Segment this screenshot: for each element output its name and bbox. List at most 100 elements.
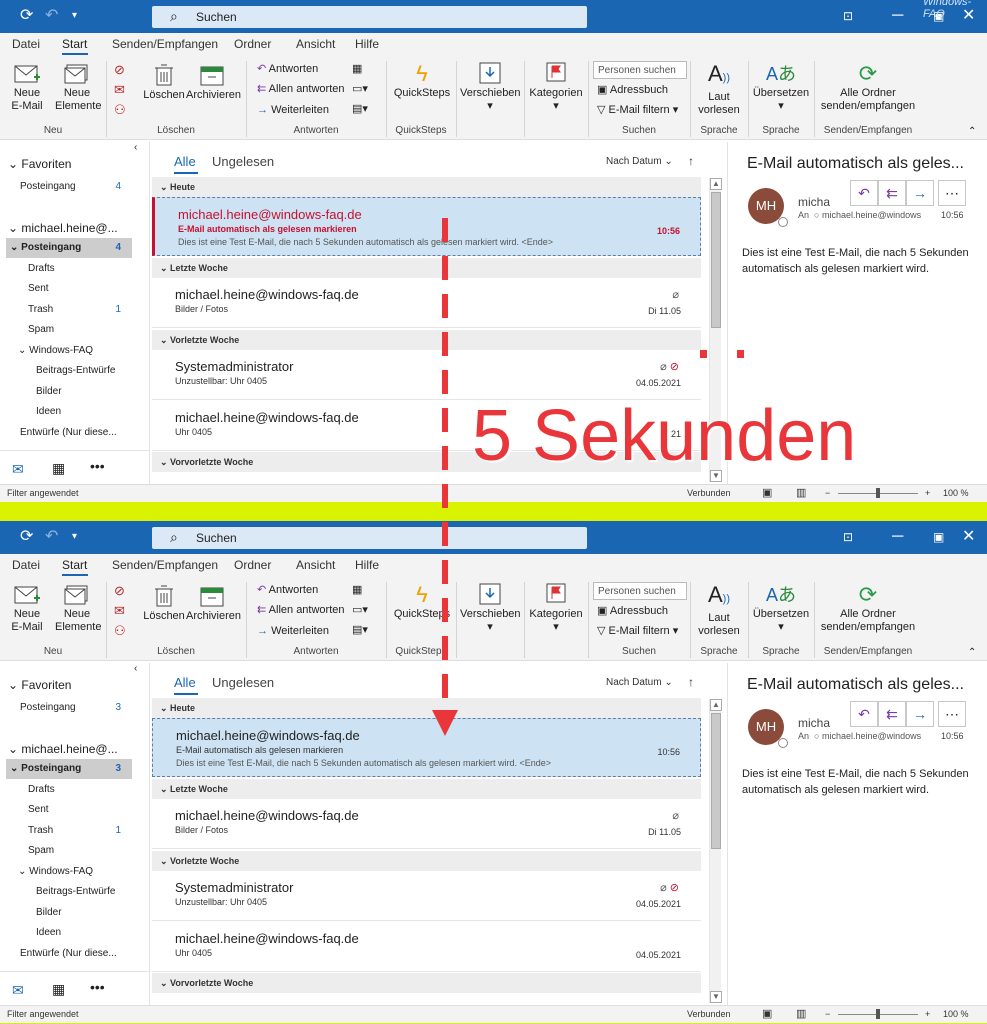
group-letzte-woche[interactable]: ⌄ Letzte Woche <box>152 779 701 799</box>
im-icon[interactable]: ▭▾ <box>352 604 368 617</box>
collapse-pane-icon[interactable]: ‹ <box>134 663 137 674</box>
menu-ansicht[interactable]: Ansicht <box>296 37 335 51</box>
favorites-header[interactable]: ⌄ Favoriten <box>8 678 71 692</box>
folder-drafts[interactable]: Drafts <box>28 784 55 795</box>
quicksteps-button[interactable]: ϟ QuickSteps <box>393 582 451 621</box>
customize-icon[interactable]: ▾ <box>72 528 77 546</box>
tab-all[interactable]: Alle <box>174 675 196 690</box>
undo-icon[interactable]: ↶ <box>45 528 58 546</box>
group-heute[interactable]: ⌄ Heute <box>152 177 701 197</box>
collapse-ribbon-icon[interactable]: ⌃ <box>968 125 976 138</box>
reply-button[interactable]: ↶ Antworten <box>257 63 318 76</box>
customize-icon[interactable]: ▾ <box>72 7 77 25</box>
scrollbar[interactable]: ▲ ▼ <box>709 178 722 482</box>
search-box[interactable]: ⌕ Suchen <box>152 6 587 28</box>
sort-direction-icon[interactable]: ↑ <box>688 675 694 689</box>
folder-bilder[interactable]: Bilder <box>36 386 62 397</box>
person-search-input[interactable]: Personen suchen <box>593 582 687 600</box>
categories-button[interactable]: Kategorien ▾ <box>528 582 584 634</box>
new-items-button[interactable]: Neue Elemente <box>55 63 101 113</box>
folder-bilder[interactable]: Bilder <box>36 907 62 918</box>
folder-windows-faq[interactable]: ⌄ Windows-FAQ <box>18 345 93 356</box>
zoom-thumb[interactable] <box>876 488 880 498</box>
group-vorletzte-woche[interactable]: ⌄ Vorletzte Woche <box>152 330 701 350</box>
menu-ansicht[interactable]: Ansicht <box>296 558 335 572</box>
fav-inbox[interactable]: Posteingang <box>20 702 76 713</box>
mail-item[interactable]: michael.heine@windows-faq.de Uhr 0405 21 <box>152 401 701 451</box>
zoom-out-icon[interactable]: − <box>825 1009 830 1019</box>
folder-beitrags[interactable]: Beitrags-Entwürfe <box>36 365 115 376</box>
more-actions-icon[interactable]: ⋯ <box>938 701 966 727</box>
ignore-icon[interactable]: ⊘ <box>114 63 125 76</box>
sort-direction-icon[interactable]: ↑ <box>688 154 694 168</box>
filter-email-button[interactable]: ▽ E-Mail filtern ▾ <box>597 625 678 638</box>
sync-icon[interactable]: ⟳ <box>20 528 33 546</box>
folder-entwuerfe[interactable]: Entwürfe (Nur diese... <box>20 427 117 438</box>
account-header[interactable]: ⌄ michael.heine@... <box>8 742 118 756</box>
delete-button[interactable]: Löschen <box>143 584 185 623</box>
reply-icon[interactable]: ↶ <box>850 180 878 206</box>
zoom-in-icon[interactable]: + <box>925 488 930 498</box>
minimize-icon[interactable]: ─ <box>892 528 903 546</box>
mail-item[interactable]: Systemadministrator Unzustellbar: Uhr 04… <box>152 871 701 921</box>
normal-view-icon[interactable]: ▣ <box>762 486 772 499</box>
forward-button[interactable]: → Weiterleiten <box>257 104 329 117</box>
filter-email-button[interactable]: ▽ E-Mail filtern ▾ <box>597 104 678 117</box>
folder-sent[interactable]: Sent <box>28 804 49 815</box>
read-aloud-button[interactable]: A)) Laut vorlesen <box>695 61 743 117</box>
collapse-ribbon-icon[interactable]: ⌃ <box>968 646 976 659</box>
menu-ordner[interactable]: Ordner <box>234 558 271 572</box>
mail-item[interactable]: Systemadministrator Unzustellbar: Uhr 04… <box>152 350 701 400</box>
folder-windows-faq[interactable]: ⌄ Windows-FAQ <box>18 866 93 877</box>
translate-button[interactable]: Aあ Übersetzen ▾ <box>752 582 810 634</box>
categories-button[interactable]: Kategorien ▾ <box>528 61 584 113</box>
sync-icon[interactable]: ⟳ <box>20 7 33 25</box>
normal-view-icon[interactable]: ▣ <box>762 1007 772 1020</box>
mail-icon[interactable]: ✉ <box>12 982 24 999</box>
reading-view-icon[interactable]: ▥ <box>796 1007 806 1020</box>
more-apps-icon[interactable]: ••• <box>90 979 105 995</box>
address-book-button[interactable]: ▣ Adressbuch <box>597 605 668 618</box>
folder-beitrags[interactable]: Beitrags-Entwürfe <box>36 886 115 897</box>
ribbon-display-icon[interactable]: ⊡ <box>843 7 853 25</box>
im-icon[interactable]: ▭▾ <box>352 83 368 96</box>
folder-trash[interactable]: Trash <box>28 825 53 836</box>
reading-sender[interactable]: micha <box>798 716 830 730</box>
forward-button[interactable]: → Weiterleiten <box>257 625 329 638</box>
inbox-folder[interactable]: ⌄ Posteingang <box>10 763 81 774</box>
read-aloud-button[interactable]: A)) Laut vorlesen <box>695 582 743 638</box>
menu-start[interactable]: Start <box>62 558 87 572</box>
group-vorletzte-woche[interactable]: ⌄ Vorletzte Woche <box>152 851 701 871</box>
folder-sent[interactable]: Sent <box>28 283 49 294</box>
new-email-button[interactable]: Neue E-Mail <box>8 63 46 113</box>
sort-dropdown[interactable]: Nach Datum ⌄ <box>606 156 673 167</box>
reply-all-button[interactable]: ⇇ Allen antworten <box>257 604 345 617</box>
menu-senden[interactable]: Senden/Empfangen <box>112 37 218 51</box>
collapse-pane-icon[interactable]: ‹ <box>134 142 137 153</box>
folder-spam[interactable]: Spam <box>28 324 54 335</box>
menu-datei[interactable]: Datei <box>12 37 40 51</box>
group-vorvorletzte-woche[interactable]: ⌄ Vorvorletzte Woche <box>152 973 701 993</box>
more-respond-icon[interactable]: ▤▾ <box>352 624 368 637</box>
scroll-thumb[interactable] <box>711 192 721 328</box>
meeting-icon[interactable]: ▦ <box>352 584 362 597</box>
account-header[interactable]: ⌄ michael.heine@... <box>8 221 118 235</box>
menu-senden[interactable]: Senden/Empfangen <box>112 558 218 572</box>
more-actions-icon[interactable]: ⋯ <box>938 180 966 206</box>
mail-item[interactable]: michael.heine@windows-faq.de Bilder / Fo… <box>152 799 701 849</box>
calendar-icon[interactable]: ▦ <box>52 460 65 477</box>
translate-button[interactable]: Aあ Übersetzen ▾ <box>752 61 810 113</box>
folder-spam[interactable]: Spam <box>28 845 54 856</box>
forward-icon[interactable]: → <box>906 701 934 727</box>
folder-ideen[interactable]: Ideen <box>36 927 61 938</box>
mail-item-selected[interactable]: michael.heine@windows-faq.de E-Mail auto… <box>152 718 701 777</box>
scroll-thumb[interactable] <box>711 713 721 849</box>
junk-icon[interactable]: ⚇ <box>114 103 126 116</box>
reply-button[interactable]: ↶ Antworten <box>257 584 318 597</box>
group-letzte-woche[interactable]: ⌄ Letzte Woche <box>152 258 701 278</box>
folder-entwuerfe[interactable]: Entwürfe (Nur diese... <box>20 948 117 959</box>
mail-item[interactable]: michael.heine@windows-faq.de Bilder / Fo… <box>152 278 701 328</box>
more-respond-icon[interactable]: ▤▾ <box>352 103 368 116</box>
archive-button[interactable]: Archivieren <box>186 584 241 623</box>
new-email-button[interactable]: Neue E-Mail <box>8 584 46 634</box>
